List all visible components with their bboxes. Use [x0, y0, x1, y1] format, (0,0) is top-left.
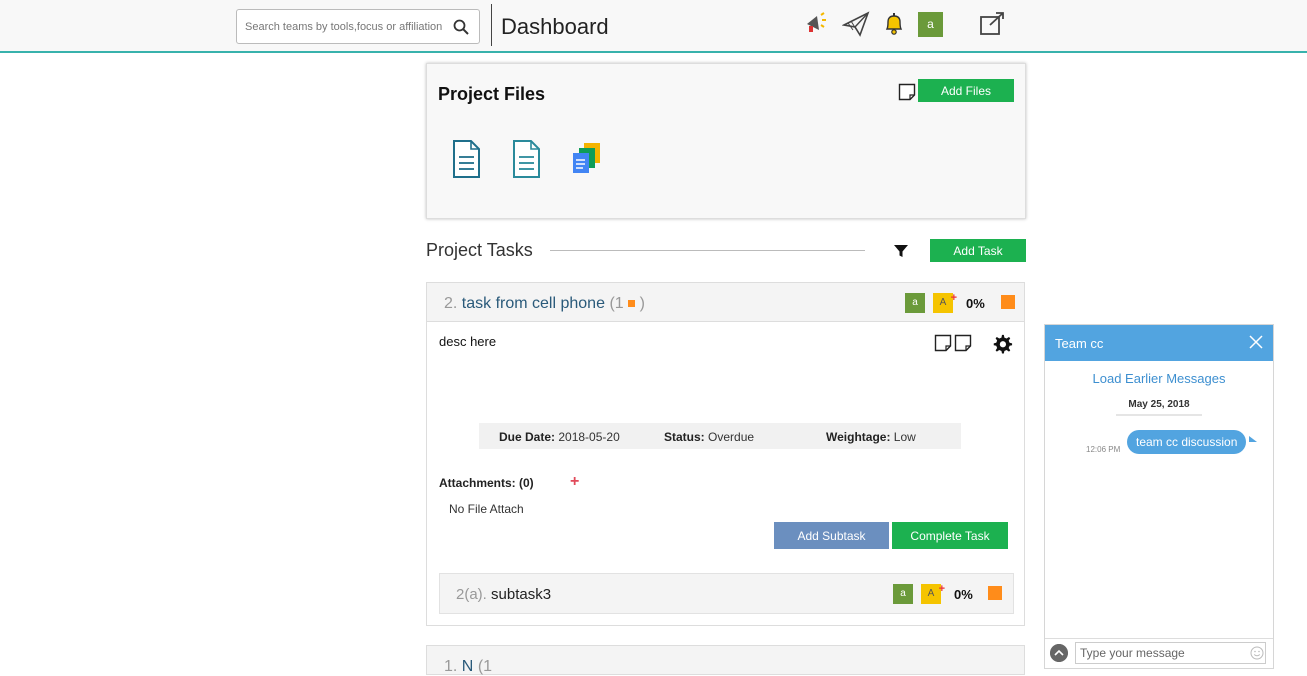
due-date-label: Due Date:	[499, 430, 556, 444]
google-docs-icon[interactable]	[570, 141, 604, 181]
due-date-value: 2018-05-20	[558, 430, 620, 444]
document-icon[interactable]	[449, 139, 483, 179]
weightage-value: Low	[893, 430, 916, 444]
bell-icon[interactable]	[880, 10, 908, 38]
subtask-name: subtask3	[491, 586, 552, 603]
chevron-up-icon[interactable]	[1050, 644, 1068, 662]
chat-date-separator: May 25, 2018	[1116, 399, 1202, 416]
bubble-tail	[1249, 436, 1257, 442]
load-earlier-link[interactable]: Load Earlier Messages	[1045, 371, 1273, 386]
task-header[interactable]: 2. task from cell phone (1 ) a A + 0%	[427, 283, 1024, 322]
add-assignee-avatar[interactable]: A +	[933, 292, 957, 313]
task-number: 2.	[444, 295, 458, 312]
weightage-label: Weightage:	[826, 430, 891, 444]
status-label: Status:	[664, 430, 705, 444]
sticky-note-icon[interactable]	[934, 334, 952, 352]
task-status: Status: Overdue	[664, 430, 754, 444]
chat-message-input[interactable]	[1075, 642, 1266, 664]
next-task-count: (1	[477, 658, 493, 675]
complete-task-button[interactable]: Complete Task	[892, 522, 1008, 549]
page-title: Dashboard	[501, 14, 609, 39]
next-task-name: N	[461, 658, 474, 675]
task-weightage: Weightage: Low	[826, 430, 916, 444]
add-files-button[interactable]: Add Files	[918, 79, 1014, 102]
header-divider	[491, 4, 492, 46]
subtask-number: 2(a).	[456, 586, 487, 603]
document-icon[interactable]	[509, 139, 543, 179]
filter-icon[interactable]	[893, 243, 909, 259]
status-indicator	[1001, 295, 1015, 309]
due-date: Due Date: 2018-05-20	[499, 430, 620, 444]
chat-input-row	[1045, 638, 1273, 666]
paper-plane-icon[interactable]	[842, 10, 870, 38]
emoji-icon[interactable]	[1250, 646, 1264, 660]
project-tasks-title: Project Tasks	[426, 240, 533, 260]
task-title[interactable]: 2. task from cell phone (1 )	[444, 295, 645, 313]
megaphone-icon[interactable]	[803, 10, 831, 38]
add-subtask-button[interactable]: Add Subtask	[774, 522, 889, 549]
subtask-assignee-avatar[interactable]: a	[893, 584, 913, 604]
task-description: desc here	[439, 334, 497, 349]
gear-icon[interactable]	[991, 333, 1013, 355]
subtask-progress: 0%	[954, 587, 973, 602]
next-task-title[interactable]: 1. N (1	[444, 658, 492, 676]
plus-icon: +	[950, 292, 957, 304]
next-task-number: 1.	[444, 658, 458, 675]
subtask-status-indicator	[988, 586, 1002, 600]
assignee-avatar[interactable]: a	[905, 293, 925, 313]
attachments-label: Attachments: (0)	[439, 476, 534, 490]
task-info-bar: Due Date: 2018-05-20 Status: Overdue Wei…	[479, 423, 961, 449]
project-files-title: Project Files	[438, 84, 546, 104]
task-name: task from cell phone	[461, 295, 605, 312]
chat-title: Team cc	[1055, 336, 1104, 351]
chat-widget: Team cc Load Earlier Messages May 25, 20…	[1044, 324, 1274, 669]
chat-header[interactable]: Team cc	[1045, 325, 1273, 361]
task-progress: 0%	[966, 296, 985, 311]
section-divider	[550, 250, 865, 251]
task-card: 2. task from cell phone (1 ) a A + 0% des…	[426, 282, 1025, 626]
subtask-add-assignee-avatar[interactable]: A +	[921, 583, 945, 604]
subtask-assignee-letter: A	[927, 588, 935, 599]
search-input[interactable]	[237, 10, 447, 43]
no-file-text: No File Attach	[449, 502, 524, 516]
add-task-button[interactable]: Add Task	[930, 239, 1026, 262]
sticky-note-icon[interactable]	[898, 83, 916, 101]
task-card-next[interactable]: 1. N (1	[426, 645, 1025, 675]
chat-message-bubble: team cc discussion	[1127, 430, 1247, 454]
task-count-open: (1	[609, 295, 624, 312]
project-files-card: Project Files Add Files	[426, 63, 1026, 219]
subtask-row[interactable]: 2(a). subtask3 a A + 0%	[439, 573, 1014, 614]
plus-icon: +	[938, 583, 945, 595]
subtask-title[interactable]: 2(a). subtask3	[456, 586, 551, 603]
message-timestamp: 12:06 PM	[1086, 445, 1121, 454]
top-navbar: Dashboard a	[0, 0, 1307, 53]
status-value: Overdue	[708, 430, 755, 444]
assignee-letter: A	[939, 297, 947, 308]
sticky-note-icon[interactable]	[954, 334, 972, 352]
close-icon[interactable]	[1249, 335, 1263, 349]
search-box	[236, 9, 480, 44]
external-window-icon[interactable]	[978, 10, 1006, 38]
priority-square-icon	[628, 300, 636, 308]
task-count-close: )	[639, 295, 645, 312]
add-attachment-icon[interactable]: +	[570, 473, 579, 491]
user-avatar[interactable]: a	[918, 12, 943, 37]
task-count: (1 )	[609, 295, 644, 312]
search-icon[interactable]	[453, 19, 469, 35]
